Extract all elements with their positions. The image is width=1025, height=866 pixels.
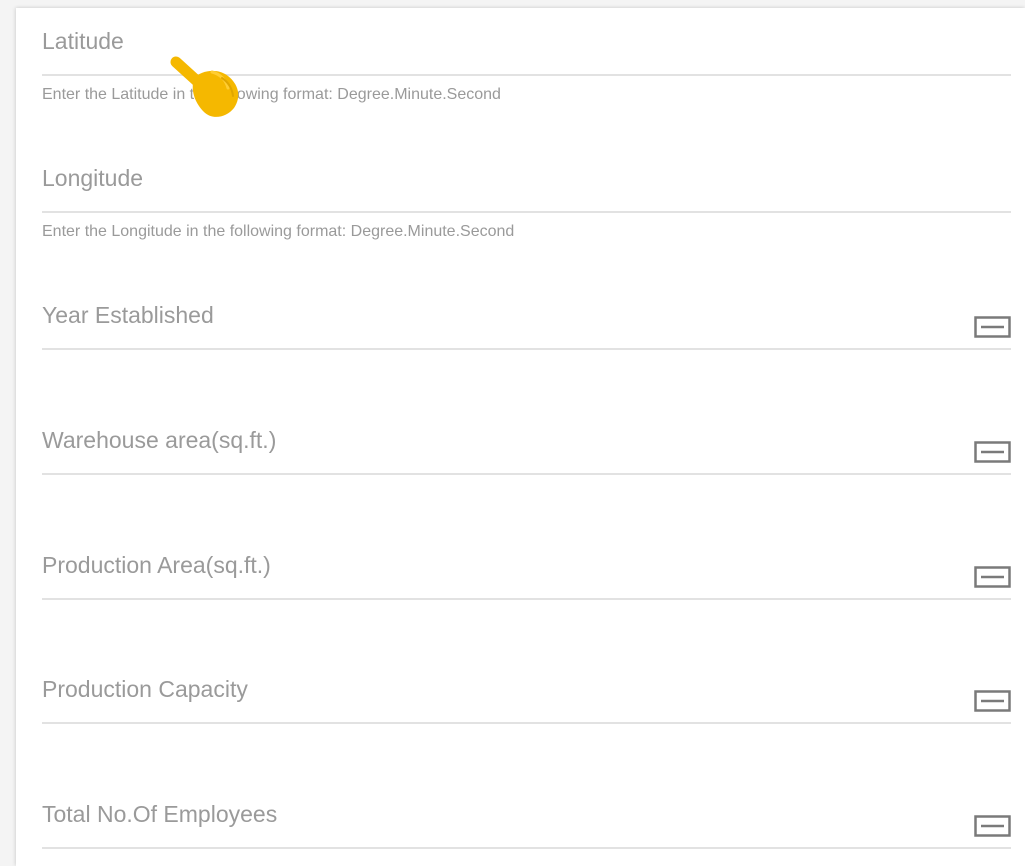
production-area-underline (42, 598, 1011, 600)
form-card: Latitude Enter the Latitude in the follo… (16, 8, 1025, 866)
keyboard-icon[interactable] (974, 316, 1011, 338)
warehouse-area-label: Warehouse area(sq.ft.) (42, 427, 277, 453)
keyboard-icon[interactable] (974, 441, 1011, 463)
keyboard-icon[interactable] (974, 566, 1011, 588)
longitude-field[interactable]: Longitude Enter the Longitude in the fol… (42, 145, 1011, 255)
total-employees-underline (42, 847, 1011, 849)
warehouse-area-underline (42, 473, 1011, 475)
latitude-label: Latitude (42, 28, 124, 54)
production-area-label: Production Area(sq.ft.) (42, 552, 271, 578)
year-established-field[interactable]: Year Established (42, 282, 1011, 362)
longitude-label: Longitude (42, 165, 144, 191)
pointing-hand-icon (170, 56, 239, 117)
keyboard-icon[interactable] (974, 690, 1011, 712)
latitude-hint: Enter the Latitude in the following form… (42, 86, 501, 103)
total-employees-field[interactable]: Total No.Of Employees (42, 781, 1011, 861)
production-area-field[interactable]: Production Area(sq.ft.) (42, 532, 1011, 612)
longitude-hint: Enter the Longitude in the following for… (42, 223, 515, 240)
warehouse-area-field[interactable]: Warehouse area(sq.ft.) (42, 407, 1011, 487)
year-established-label: Year Established (42, 302, 214, 328)
longitude-underline (42, 211, 1011, 213)
keyboard-icon[interactable] (974, 815, 1011, 837)
total-employees-label: Total No.Of Employees (42, 801, 278, 827)
production-capacity-field[interactable]: Production Capacity (42, 656, 1011, 736)
production-capacity-underline (42, 722, 1011, 724)
production-capacity-label: Production Capacity (42, 676, 248, 702)
year-established-underline (42, 348, 1011, 350)
